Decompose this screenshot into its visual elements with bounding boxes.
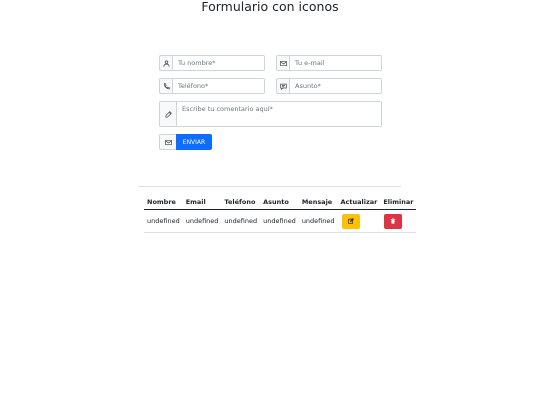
email-input-group [276, 55, 382, 71]
subject-input-group [276, 78, 382, 94]
table-row: undefined undefined undefined undefined … [144, 209, 417, 233]
cell-mensaje: undefined [298, 209, 338, 233]
records-table: Nombre Email Teléfono Asunto Mensaje Act… [144, 194, 417, 233]
phone-icon [159, 78, 172, 94]
divider [138, 186, 401, 187]
comment-textarea[interactable] [176, 101, 382, 127]
cell-email: undefined [182, 209, 222, 233]
page-title: Formulario con iconos [201, 0, 339, 14]
phone-input[interactable] [172, 78, 265, 94]
column-header-email: Email [182, 194, 222, 210]
column-header-mensaje: Mensaje [298, 194, 338, 210]
name-input[interactable] [172, 55, 265, 71]
phone-input-group [159, 78, 265, 94]
chat-icon [276, 78, 289, 94]
cell-asunto: undefined [260, 209, 299, 233]
update-button[interactable] [341, 213, 360, 229]
pencil-icon [159, 101, 176, 127]
envelope-icon [159, 134, 176, 150]
envelope-icon [276, 55, 289, 71]
comment-input-group [159, 101, 382, 127]
user-icon [159, 55, 172, 71]
send-button[interactable]: ENVIAR [176, 134, 212, 150]
column-header-telefono: Teléfono [221, 194, 261, 210]
edit-icon [347, 218, 354, 224]
cell-eliminar [380, 209, 417, 233]
trash-icon [391, 218, 396, 224]
table-header-row: Nombre Email Teléfono Asunto Mensaje Act… [144, 194, 417, 210]
email-input[interactable] [289, 55, 382, 71]
cell-actualizar [337, 209, 381, 233]
name-input-group [159, 55, 265, 71]
column-header-nombre: Nombre [144, 194, 183, 210]
column-header-asunto: Asunto [260, 194, 299, 210]
subject-input[interactable] [289, 78, 382, 94]
delete-button[interactable] [384, 213, 403, 229]
column-header-actualizar: Actualizar [337, 194, 381, 210]
cell-telefono: undefined [221, 209, 261, 233]
column-header-eliminar: Eliminar [380, 194, 417, 210]
cell-nombre: undefined [144, 209, 183, 233]
